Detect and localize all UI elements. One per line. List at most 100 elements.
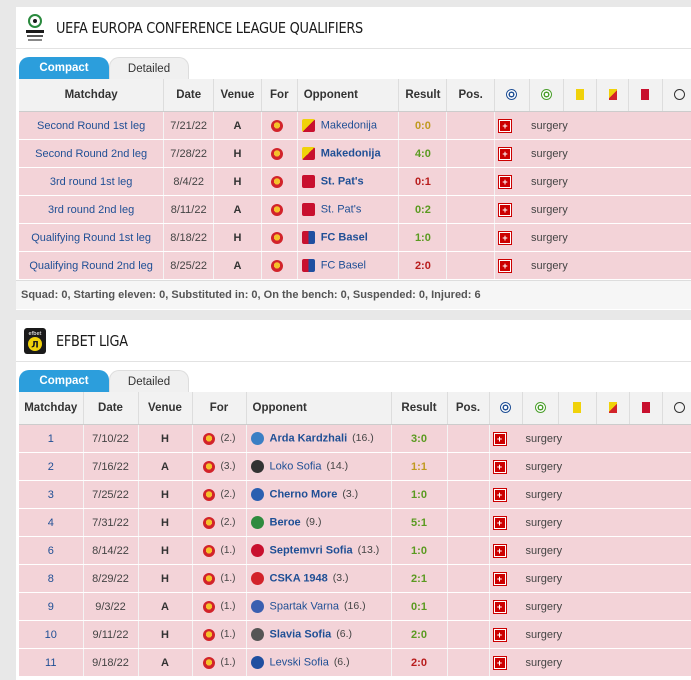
cska-sofia-crest-icon[interactable] <box>202 628 215 641</box>
opponent-link[interactable]: St. Pat's <box>321 203 362 215</box>
st-pats-crest-icon[interactable] <box>301 203 315 216</box>
opponent-crest-icon[interactable] <box>250 572 264 585</box>
matchday-link[interactable]: 6 <box>19 536 83 565</box>
col-goals[interactable] <box>494 79 530 112</box>
col-red[interactable] <box>628 392 662 425</box>
match-result-link[interactable]: 0:1 <box>413 175 433 189</box>
opponent-crest-icon[interactable] <box>250 544 264 557</box>
match-result-link[interactable]: 2:1 <box>409 572 429 586</box>
opponent-link[interactable]: Slavia Sofia <box>270 628 332 640</box>
matchday-link[interactable]: 3rd round 2nd leg <box>19 195 164 224</box>
match-result-link[interactable]: 2:0 <box>413 259 433 273</box>
col-venue[interactable]: Venue <box>213 79 262 112</box>
matchday-link[interactable]: 9 <box>19 592 83 621</box>
col-result[interactable]: Result <box>398 79 447 112</box>
match-result-link[interactable]: 0:0 <box>413 119 433 133</box>
col-venue[interactable]: Venue <box>137 392 192 425</box>
match-result-link[interactable]: 3:0 <box>409 432 429 446</box>
cska-sofia-crest-icon[interactable] <box>271 259 284 272</box>
match-result-link[interactable]: 0:1 <box>409 600 429 614</box>
col-pos[interactable]: Pos. <box>446 79 495 112</box>
cska-sofia-crest-icon[interactable] <box>271 175 284 188</box>
opponent-crest-icon[interactable] <box>250 488 264 501</box>
col-pos[interactable]: Pos. <box>446 392 489 425</box>
opponent-link[interactable]: FC Basel <box>321 231 368 243</box>
st-pats-crest-icon[interactable] <box>301 175 315 188</box>
basel-crest-icon[interactable] <box>301 231 315 244</box>
cska-sofia-crest-icon[interactable] <box>202 488 215 501</box>
col-minutes[interactable] <box>661 392 691 425</box>
match-result-link[interactable]: 1:0 <box>409 488 429 502</box>
match-result-link[interactable]: 5:1 <box>409 516 429 530</box>
col-yellow-red[interactable] <box>596 79 629 112</box>
makedonija-crest-icon[interactable] <box>301 119 315 132</box>
col-red[interactable] <box>627 79 663 112</box>
matchday-link[interactable]: Second Round 2nd leg <box>19 139 164 168</box>
col-yellow[interactable] <box>557 392 596 425</box>
opponent-link[interactable]: Beroe <box>270 516 301 528</box>
matchday-link[interactable]: 10 <box>19 620 83 649</box>
matchday-link[interactable]: 11 <box>19 648 83 677</box>
matchday-link[interactable]: Qualifying Round 2nd leg <box>19 251 164 280</box>
match-result-link[interactable]: 1:0 <box>409 544 429 558</box>
cska-sofia-crest-icon[interactable] <box>271 119 284 132</box>
col-result[interactable]: Result <box>390 392 447 425</box>
opponent-crest-icon[interactable] <box>250 628 264 641</box>
opponent-link[interactable]: FC Basel <box>321 259 366 271</box>
matchday-link[interactable]: Qualifying Round 1st leg <box>19 223 164 252</box>
col-yellow-red[interactable] <box>595 392 629 425</box>
opponent-link[interactable]: Arda Kardzhali <box>270 432 348 444</box>
opponent-link[interactable]: Septemvri Sofia <box>270 544 353 556</box>
opponent-crest-icon[interactable] <box>250 600 264 613</box>
col-yellow[interactable] <box>562 79 597 112</box>
makedonija-crest-icon[interactable] <box>301 147 315 160</box>
col-assists[interactable] <box>528 79 564 112</box>
cska-sofia-crest-icon[interactable] <box>202 544 215 557</box>
col-date[interactable]: Date <box>163 79 214 112</box>
match-result-link[interactable]: 1:1 <box>409 460 429 474</box>
match-result-link[interactable]: 2:0 <box>409 628 429 642</box>
matchday-link[interactable]: 8 <box>19 564 83 593</box>
match-result-link[interactable]: 2:0 <box>409 656 429 670</box>
col-for[interactable]: For <box>191 392 246 425</box>
cska-sofia-crest-icon[interactable] <box>202 572 215 585</box>
opponent-link[interactable]: Cherno More <box>270 488 338 500</box>
tab-compact[interactable]: Compact <box>19 57 109 79</box>
cska-sofia-crest-icon[interactable] <box>202 516 215 529</box>
opponent-link[interactable]: Makedonija <box>321 147 381 159</box>
col-for[interactable]: For <box>260 79 298 112</box>
cska-sofia-crest-icon[interactable] <box>271 231 284 244</box>
tab-compact[interactable]: Compact <box>19 370 109 392</box>
cska-sofia-crest-icon[interactable] <box>202 460 215 473</box>
matchday-link[interactable]: 1 <box>19 424 83 453</box>
matchday-link[interactable]: Second Round 1st leg <box>19 111 164 140</box>
opponent-crest-icon[interactable] <box>250 656 264 669</box>
opponent-link[interactable]: Spartak Varna <box>270 600 340 612</box>
matchday-link[interactable]: 2 <box>19 452 83 481</box>
col-matchday[interactable]: Matchday <box>19 392 83 425</box>
opponent-crest-icon[interactable] <box>250 516 264 529</box>
cska-sofia-crest-icon[interactable] <box>202 656 215 669</box>
cska-sofia-crest-icon[interactable] <box>271 203 284 216</box>
col-date[interactable]: Date <box>82 392 138 425</box>
tab-detailed[interactable]: Detailed <box>109 57 189 79</box>
matchday-link[interactable]: 4 <box>19 508 83 537</box>
opponent-link[interactable]: Loko Sofia <box>270 460 322 472</box>
col-assists[interactable] <box>521 392 558 425</box>
matchday-link[interactable]: 3rd round 1st leg <box>19 167 164 196</box>
match-result-link[interactable]: 0:2 <box>413 203 433 217</box>
col-matchday[interactable]: Matchday <box>19 79 164 112</box>
col-minutes[interactable] <box>661 79 691 112</box>
match-result-link[interactable]: 1:0 <box>413 231 433 245</box>
cska-sofia-crest-icon[interactable] <box>271 147 284 160</box>
opponent-link[interactable]: Levski Sofia <box>270 656 329 668</box>
col-opponent[interactable]: Opponent <box>245 392 391 425</box>
opponent-crest-icon[interactable] <box>250 460 264 473</box>
opponent-link[interactable]: St. Pat's <box>321 175 364 187</box>
opponent-link[interactable]: Makedonija <box>321 119 377 131</box>
cska-sofia-crest-icon[interactable] <box>202 600 215 613</box>
tab-detailed[interactable]: Detailed <box>109 370 189 392</box>
opponent-crest-icon[interactable] <box>250 432 264 445</box>
matchday-link[interactable]: 3 <box>19 480 83 509</box>
basel-crest-icon[interactable] <box>301 259 315 272</box>
